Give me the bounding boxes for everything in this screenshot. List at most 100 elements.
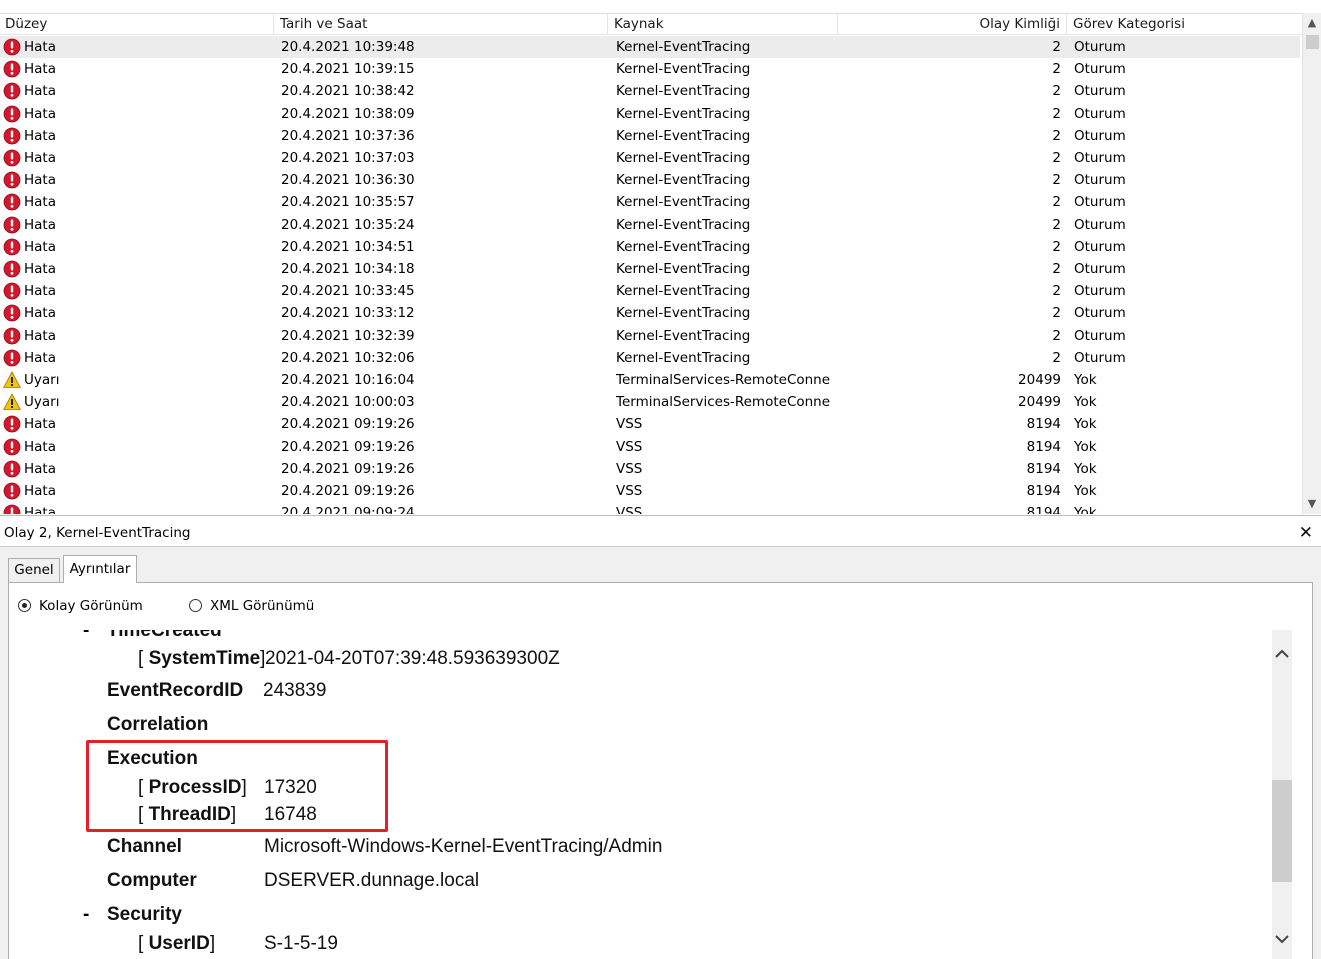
table-row[interactable]: Hata 20.4.2021 10:39:15 Kernel-EventTracin… [0,58,1300,80]
cell-task-category: Yok [1074,372,1097,388]
event-record-id-value: 243839 [263,680,327,701]
computer-value: DSERVER.dunnage.local [264,870,480,891]
execution-highlight-box [86,740,388,832]
table-row[interactable]: Hata 20.4.2021 10:37:03 Kernel-EventTracin… [0,147,1300,169]
cell-event-id: 2 [1052,216,1061,233]
event-list-header: Düzey Tarih ve Saat Kaynak Olay Kimliği … [0,13,1302,35]
cell-source: Kernel-EventTracing [616,194,751,211]
cell-task-category: Oturum [1074,172,1126,189]
detail-title: Olay 2, Kernel-EventTracing [4,525,191,541]
cell-event-id: 8194 [1026,505,1061,514]
table-row[interactable]: Hata 20.4.2021 10:34:18 Kernel-EventTracin… [0,258,1300,280]
cell-task-category: Oturum [1074,305,1126,322]
table-row[interactable]: Hata 20.4.2021 10:35:57 Kernel-EventTracin… [0,191,1300,213]
table-row[interactable]: Hata 20.4.2021 10:37:36 Kernel-EventTracin… [0,125,1300,147]
column-header-event-id[interactable]: Olay Kimliği [839,14,1067,35]
column-header-level[interactable]: Düzey [0,14,274,35]
system-time-row: [ SystemTime] [138,648,266,669]
cell-date-time: 20.4.2021 09:19:26 [281,460,415,477]
radio-unselected-icon[interactable] [189,599,202,612]
collapse-toggle-time-created[interactable]: - [83,630,89,642]
scrollbar-thumb[interactable] [1306,35,1319,49]
cell-event-id: 2 [1052,261,1061,277]
error-icon [3,105,21,123]
column-header-date[interactable]: Tarih ve Saat [275,14,608,35]
table-row[interactable]: Hata 20.4.2021 09:19:26 VSS 8194 Yok [0,458,1300,480]
details-scrollbar[interactable] [1272,630,1292,959]
table-row[interactable]: Hata 20.4.2021 10:36:30 Kernel-EventTracin… [0,169,1300,191]
table-row[interactable]: Hata 20.4.2021 10:39:48 Kernel-EventTracin… [0,36,1300,58]
cell-source: Kernel-EventTracing [616,305,751,322]
radio-selected-icon[interactable] [18,599,31,612]
user-id-value: S-1-5-19 [264,933,338,954]
system-time-value: 2021-04-20T07:39:48.593639300Z [265,648,560,669]
cell-event-id: 8194 [1026,460,1061,477]
cell-level: Hata [24,238,56,255]
detail-title-bar: Olay 2, Kernel-EventTracing ✕ [0,520,1321,547]
event-record-id-key: EventRecordID [107,680,244,701]
cell-task-category: Yok [1074,416,1097,433]
cell-task-category: Oturum [1074,150,1126,166]
collapse-toggle-security[interactable]: - [83,904,89,926]
cell-event-id: 2 [1052,349,1061,366]
time-created-key: TimeCreated [107,630,222,641]
cell-task-category: Oturum [1074,327,1126,344]
cell-level: Hata [24,127,56,144]
cell-date-time: 20.4.2021 10:39:48 [281,39,415,55]
cell-event-id: 2 [1052,127,1061,144]
cell-level: Hata [24,505,56,514]
cell-level: Hata [24,283,56,300]
cell-event-id: 2 [1052,83,1061,100]
cell-source: VSS [616,483,643,499]
cell-level: Hata [24,39,56,55]
friendly-view-radio[interactable]: Kolay Görünüm [18,597,148,615]
chevron-up-icon[interactable] [1272,645,1292,665]
error-icon [3,82,21,100]
cell-source: VSS [616,416,643,433]
tab-details[interactable]: Ayrıntılar [63,555,137,583]
table-row[interactable]: Hata 20.4.2021 09:19:26 VSS 8194 Yok [0,480,1300,502]
table-row[interactable]: Hata 20.4.2021 10:33:45 Kernel-EventTracin… [0,280,1300,302]
cell-level: Hata [24,194,56,211]
scrollbar-thumb[interactable] [1272,780,1292,882]
table-row[interactable]: Uyarı 20.4.2021 10:16:04 TerminalServices-… [0,369,1300,391]
table-row[interactable]: Hata 20.4.2021 10:38:09 Kernel-EventTracin… [0,103,1300,125]
cell-event-id: 20499 [1018,372,1061,388]
table-row[interactable]: Hata 20.4.2021 10:34:51 Kernel-EventTracin… [0,236,1300,258]
cell-event-id: 2 [1052,327,1061,344]
table-row[interactable]: Hata 20.4.2021 10:32:39 Kernel-EventTracin… [0,325,1300,347]
friendly-view-label: Kolay Görünüm [39,598,143,614]
chevron-down-icon[interactable] [1272,930,1292,950]
scroll-down-icon[interactable]: ▼ [1303,495,1321,513]
table-row[interactable]: Hata 20.4.2021 10:33:12 Kernel-EventTracin… [0,302,1300,324]
channel-value: Microsoft-Windows-Kernel-EventTracing/Ad… [264,836,663,857]
cell-level: Hata [24,438,56,455]
table-row[interactable]: Hata 20.4.2021 09:09:24 VSS 8194 Yok [0,502,1300,514]
cell-date-time: 20.4.2021 10:32:39 [281,327,415,344]
table-row[interactable]: Hata 20.4.2021 10:38:42 Kernel-EventTracin… [0,80,1300,102]
event-list-scrollbar[interactable]: ▲ ▼ [1302,13,1321,514]
cell-date-time: 20.4.2021 10:38:09 [281,105,415,122]
close-icon[interactable]: ✕ [1299,520,1313,547]
column-header-task-category[interactable]: Görev Kategorisi [1068,14,1302,35]
table-row[interactable]: Hata 20.4.2021 09:19:26 VSS 8194 Yok [0,436,1300,458]
cell-level: Hata [24,83,56,100]
cell-source: VSS [616,438,643,455]
cell-task-category: Yok [1074,483,1097,499]
table-row[interactable]: Uyarı 20.4.2021 10:00:03 TerminalServices-… [0,391,1300,413]
scroll-up-icon[interactable]: ▲ [1303,14,1321,32]
column-header-source[interactable]: Kaynak [609,14,838,35]
table-row[interactable]: Hata 20.4.2021 09:19:26 VSS 8194 Yok [0,413,1300,435]
tab-general[interactable]: Genel [8,558,60,582]
cell-level: Uyarı [24,394,60,411]
warning-icon [3,371,21,389]
xml-view-radio[interactable]: XML Görünümü [189,597,319,615]
error-icon [3,149,21,167]
cell-source: VSS [616,460,643,477]
cell-date-time: 20.4.2021 10:32:06 [281,349,415,366]
cell-level: Hata [24,172,56,189]
error-icon [3,415,21,433]
table-row[interactable]: Hata 20.4.2021 10:35:24 Kernel-EventTracin… [0,214,1300,236]
cell-date-time: 20.4.2021 10:33:45 [281,283,415,300]
table-row[interactable]: Hata 20.4.2021 10:32:06 Kernel-EventTracin… [0,347,1300,369]
